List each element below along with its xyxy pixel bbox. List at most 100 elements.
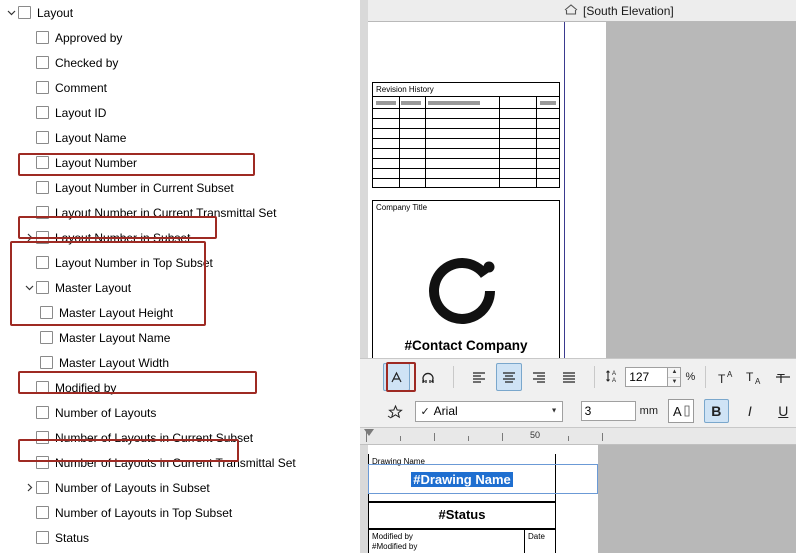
superscript-button[interactable]: TA [714,363,740,391]
line-spacing-input[interactable]: 127 [625,367,669,387]
svg-text:A: A [612,378,616,384]
ruler-tick [468,436,469,441]
horizontal-ruler[interactable]: 50 [360,428,796,445]
chevron-down-icon[interactable]: ▼ [551,408,558,415]
tree-item-layout-number-in-current-subset[interactable]: Layout Number in Current Subset [0,175,360,200]
checkbox[interactable] [40,356,53,369]
tree-item-checked-by[interactable]: Checked by [0,50,360,75]
lower-layout-canvas[interactable]: Drawing Name #Drawing Name #Status Modif… [360,445,796,553]
checkbox[interactable] [36,181,49,194]
align-left-button[interactable] [466,363,492,391]
checkbox[interactable] [36,81,49,94]
tree-item-layout-number[interactable]: Layout Number [0,150,360,175]
tree-item-label: Layout Name [55,130,127,145]
stepper-down-icon[interactable]: ▼ [668,378,680,387]
tree-item-modified-by[interactable]: Modified by [0,375,360,400]
tree-item-comment[interactable]: Comment [0,75,360,100]
chevron-right-icon[interactable] [22,481,36,495]
text-anchor-button[interactable] [383,363,410,391]
tree-item-master-layout-name[interactable]: Master Layout Name [0,325,360,350]
checkbox[interactable] [36,206,49,219]
checkbox[interactable] [36,231,49,244]
align-center-button[interactable] [496,363,523,391]
table-gridline [372,96,560,97]
tree-item-number-of-layouts-in-top-subset[interactable]: Number of Layouts in Top Subset [0,500,360,525]
tree-item-master-layout-height[interactable]: Master Layout Height [0,300,360,325]
tree-item-layout-number-in-top-subset[interactable]: Layout Number in Top Subset [0,250,360,275]
tree-item-status[interactable]: Status [0,525,360,550]
align-right-button[interactable] [526,363,552,391]
checkbox[interactable] [36,281,49,294]
underline-button[interactable]: U [771,399,796,423]
checkbox[interactable] [36,381,49,394]
font-family-select[interactable]: ✓ Arial ▼ [415,400,563,422]
chevron-right-icon[interactable] [22,231,36,245]
document-tab[interactable]: [South Elevation] [556,0,682,22]
table-gridline [372,128,560,129]
table-gridline [499,96,500,188]
ruler-tick [568,436,569,441]
svg-text:T: T [777,371,785,385]
checkbox[interactable] [36,506,49,519]
font-size-input[interactable]: 3 [580,401,636,421]
italic-button[interactable]: I [737,399,762,423]
checkbox[interactable] [40,306,53,319]
checkbox[interactable] [36,431,49,444]
table-header-bar [401,101,421,105]
modified-by-value: #Modified by [372,542,418,551]
align-justify-button[interactable] [556,363,582,391]
checkbox[interactable] [40,331,53,344]
status-value: #Status [438,507,486,522]
bold-button[interactable]: B [703,399,730,423]
checkbox[interactable] [36,256,49,269]
ruler-tick [400,436,401,441]
tree-item-layout-id[interactable]: Layout ID [0,100,360,125]
tree-item-number-of-layouts-in-subset[interactable]: Number of Layouts in Subset [0,475,360,500]
tree-item-layout-number-in-current-transmittal-set[interactable]: Layout Number in Current Transmittal Set [0,200,360,225]
ruler-margin-marker[interactable] [364,429,374,436]
tree-item-master-layout-width[interactable]: Master Layout Width [0,350,360,375]
tree-item-label: Number of Layouts [55,405,157,420]
line-spacing-stepper[interactable]: ▲ ▼ [668,367,682,387]
tree-item-label: Number of Layouts in Top Subset [55,505,233,520]
checkbox[interactable] [36,156,49,169]
checkbox[interactable] [36,131,49,144]
subscript-button[interactable]: TA [742,363,768,391]
strikethrough-button[interactable]: T [770,363,796,391]
checkbox[interactable] [36,406,49,419]
tree-item-label: Approved by [55,30,123,45]
tree-item-layout[interactable]: Layout [0,0,360,25]
favorite-star-button[interactable] [382,397,409,425]
stepper-up-icon[interactable]: ▲ [668,368,681,378]
tree-item-number-of-layouts-in-current-subset[interactable]: Number of Layouts in Current Subset [0,425,360,450]
checkbox[interactable] [36,531,49,544]
tree-item-layout-name[interactable]: Layout Name [0,125,360,150]
table-gridline [372,168,560,169]
checkbox[interactable] [36,106,49,119]
contact-company-text: #Contact Company [404,338,528,353]
text-color-button[interactable]: A [667,399,694,423]
chevron-down-icon[interactable] [22,281,36,295]
checkbox[interactable] [36,456,49,469]
home-story-icon [564,4,578,18]
tree-item-label: Master Layout Name [59,330,171,345]
checkbox[interactable] [36,31,49,44]
checkbox[interactable] [36,481,49,494]
checkbox[interactable] [18,6,31,19]
tree-item-label: Checked by [55,55,119,70]
table-gridline [372,138,560,139]
tree-item-master-layout[interactable]: Master Layout [0,275,360,300]
document-header-bar: [South Elevation] [368,0,796,22]
chevron-down-icon[interactable] [4,6,18,20]
table-gridline [372,178,560,179]
tree-item-approved-by[interactable]: Approved by [0,25,360,50]
text-edit-frame [368,464,598,494]
tree-item-number-of-layouts-in-current-transmittal-set[interactable]: Number of Layouts in Current Transmittal… [0,450,360,475]
tree-item-layout-number-in-subset[interactable]: Layout Number in Subset [0,225,360,250]
revision-history-table [372,82,560,188]
tree-item-number-of-layouts[interactable]: Number of Layouts [0,400,360,425]
tree-item-label: Layout Number in Subset [55,230,191,245]
table-gridline [372,148,560,149]
text-rotate-button[interactable] [416,363,442,391]
checkbox[interactable] [36,56,49,69]
